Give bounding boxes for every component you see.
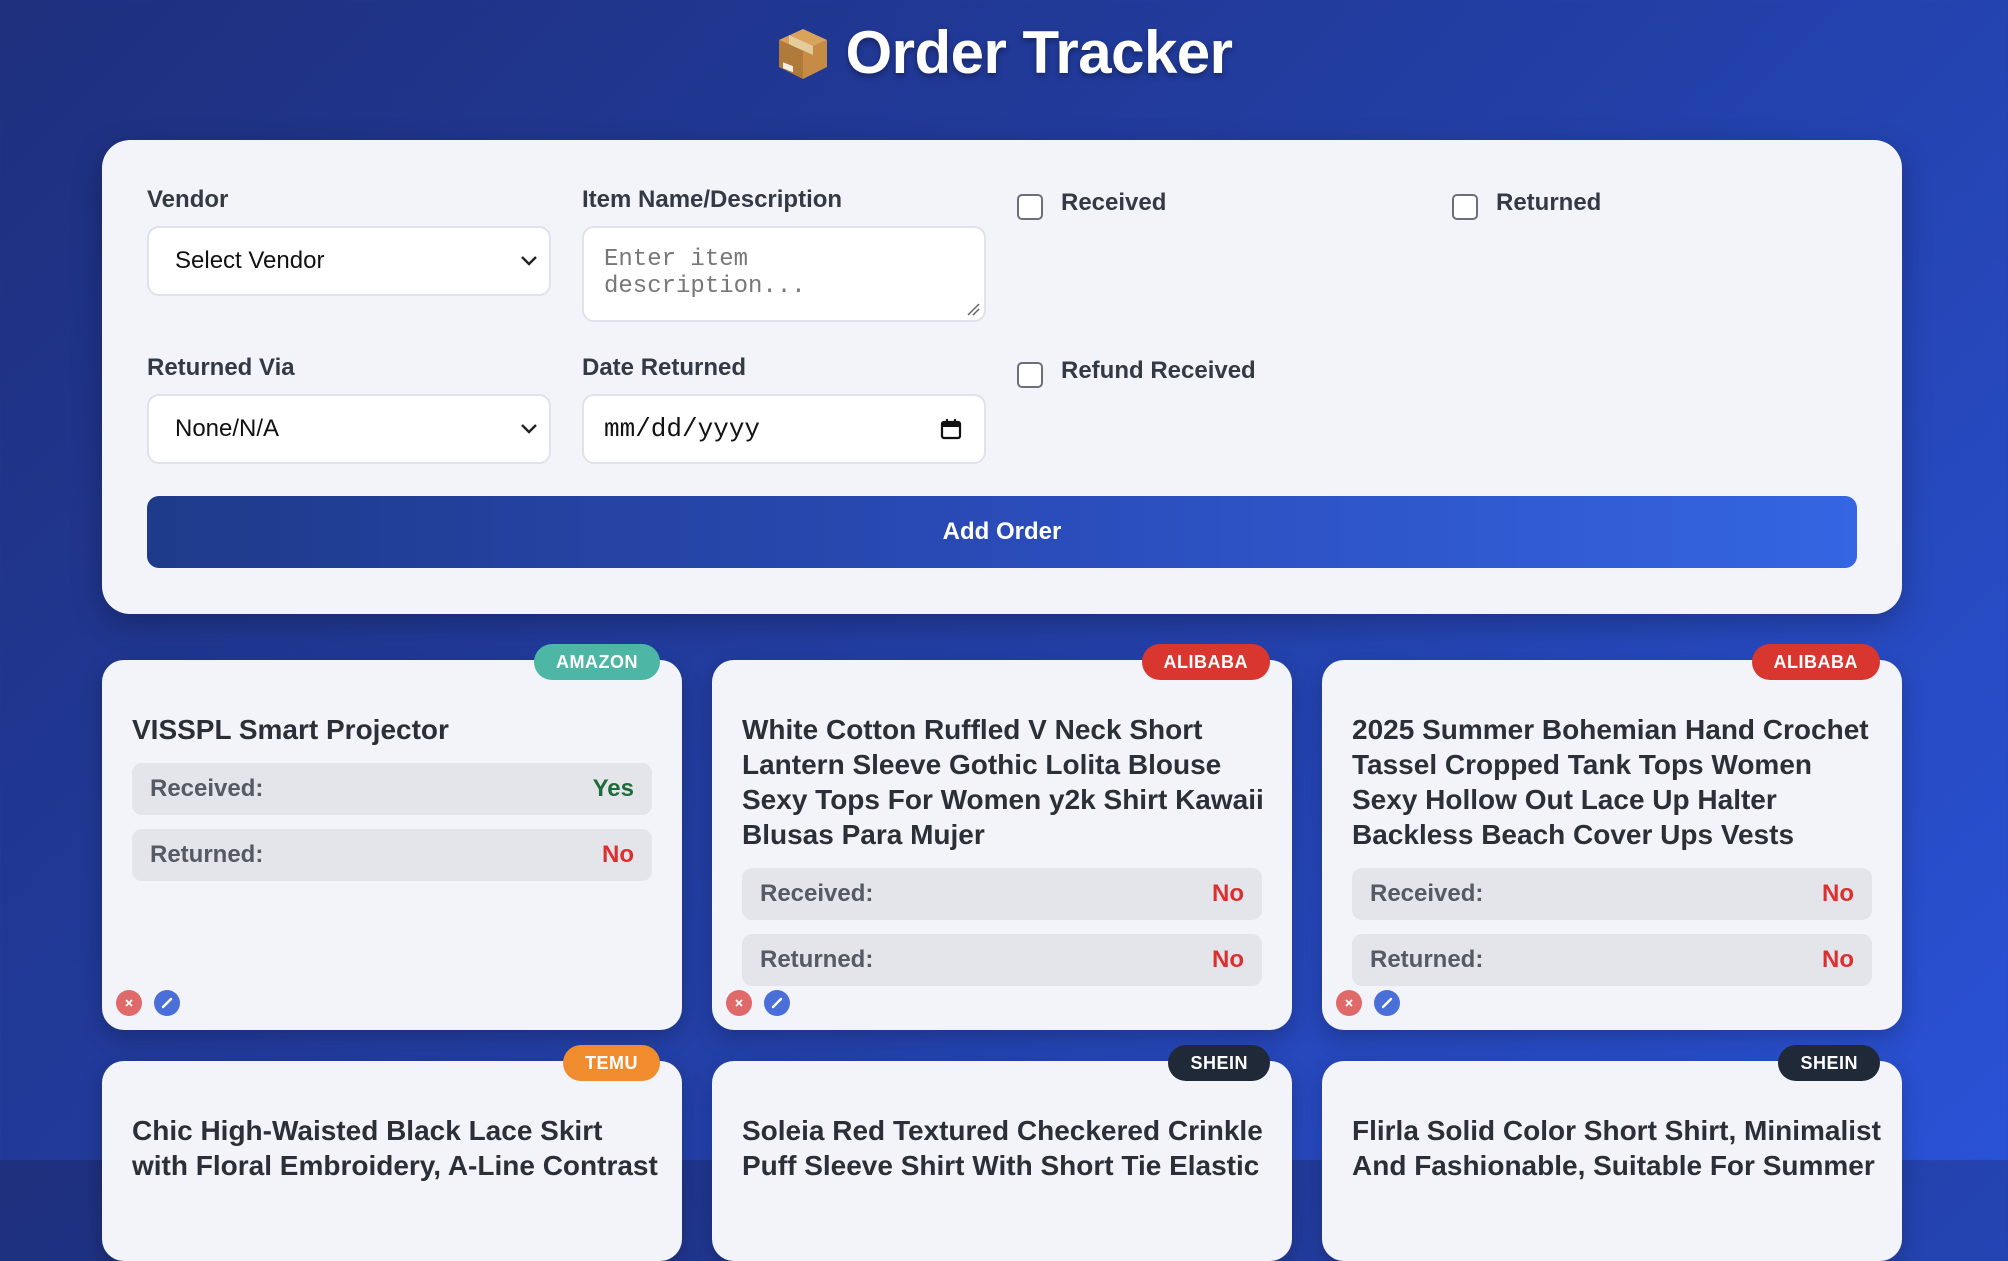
returned-checkbox-row[interactable]: Returned <box>1452 186 1601 220</box>
order-title: VISSPL Smart Projector <box>132 714 449 745</box>
order-title: Chic High-Waisted Black Lace Skirt with … <box>132 1115 658 1181</box>
returned-checkbox[interactable] <box>1452 194 1478 220</box>
package-icon <box>775 25 831 81</box>
vendor-select[interactable]: Select Vendor <box>147 226 551 296</box>
returned-checkbox-label: Returned <box>1496 189 1602 216</box>
delete-order-button[interactable] <box>726 990 752 1016</box>
pencil-icon <box>771 997 783 1009</box>
vendor-label: Vendor <box>147 186 229 213</box>
pencil-icon <box>161 997 173 1009</box>
item-description-placeholder: Enter item description... <box>604 246 806 300</box>
order-card: AMAZON VISSPL Smart Projector Received: … <box>102 644 682 1030</box>
order-card: ALIBABA White Cotton Ruffled V Neck Shor… <box>712 644 1292 1030</box>
vendor-badge: ALIBABA <box>1751 644 1880 680</box>
order-title: 2025 Summer Bohemian Hand Crochet Tassel… <box>1352 714 1869 850</box>
vendor-badge: SHEIN <box>1168 1045 1270 1081</box>
date-returned-label: Date Returned <box>582 354 747 381</box>
item-description-input[interactable]: Enter item description... <box>582 226 986 322</box>
returned-status-label: Returned: <box>1370 946 1484 973</box>
chevron-down-icon <box>521 256 537 266</box>
pencil-icon <box>1381 997 1393 1009</box>
vendor-badge: TEMU <box>563 1045 660 1081</box>
page-title: Order Tracker <box>845 19 1233 86</box>
refund-received-checkbox-label: Refund Received <box>1061 357 1256 384</box>
close-icon <box>125 999 133 1007</box>
received-status-label: Received: <box>150 775 264 802</box>
received-status: Received: No <box>1352 868 1872 920</box>
received-status-label: Received: <box>760 880 874 907</box>
edit-order-button[interactable] <box>764 990 790 1016</box>
item-label: Item Name/Description <box>582 186 843 213</box>
order-card: SHEIN Soleia Red Textured Checkered Crin… <box>712 1045 1292 1261</box>
received-checkbox-label: Received <box>1061 189 1167 216</box>
received-status-value: No <box>1822 880 1854 907</box>
order-card: TEMU Chic High-Waisted Black Lace Skirt … <box>102 1045 682 1261</box>
resize-grip-icon[interactable] <box>966 302 980 316</box>
returned-via-label: Returned Via <box>147 354 295 381</box>
returned-status-label: Returned: <box>760 946 874 973</box>
returned-status-value: No <box>1822 946 1854 973</box>
vendor-badge: AMAZON <box>534 644 660 680</box>
received-checkbox-row[interactable]: Received <box>1017 186 1166 220</box>
chevron-down-icon <box>521 424 537 434</box>
add-order-form: Vendor Select Vendor Item Name/Descripti… <box>102 140 1902 614</box>
order-card: SHEIN Flirla Solid Color Short Shirt, Mi… <box>1322 1045 1902 1261</box>
order-title: Soleia Red Textured Checkered Crinkle Pu… <box>742 1115 1263 1181</box>
received-status: Received: Yes <box>132 763 652 815</box>
returned-status-value: No <box>602 841 634 868</box>
close-icon <box>735 999 743 1007</box>
returned-status: Returned: No <box>132 829 652 881</box>
edit-order-button[interactable] <box>1374 990 1400 1016</box>
delete-order-button[interactable] <box>1336 990 1362 1016</box>
close-icon <box>1345 999 1353 1007</box>
vendor-badge: SHEIN <box>1778 1045 1880 1081</box>
page-header: Order Tracker <box>0 18 2008 87</box>
received-checkbox[interactable] <box>1017 194 1043 220</box>
returned-via-select[interactable]: None/N/A <box>147 394 551 464</box>
edit-order-button[interactable] <box>154 990 180 1016</box>
calendar-icon[interactable] <box>940 418 962 440</box>
refund-received-checkbox-row[interactable]: Refund Received <box>1017 354 1256 388</box>
returned-status-value: No <box>1212 946 1244 973</box>
received-status-value: Yes <box>592 775 634 802</box>
date-returned-input[interactable]: mm/dd/yyyy <box>582 394 986 464</box>
received-status-value: No <box>1212 880 1244 907</box>
received-status: Received: No <box>742 868 1262 920</box>
returned-status: Returned: No <box>742 934 1262 986</box>
date-returned-placeholder: mm/dd/yyyy <box>604 414 761 444</box>
refund-received-checkbox[interactable] <box>1017 362 1043 388</box>
returned-status-label: Returned: <box>150 841 264 868</box>
order-title: Flirla Solid Color Short Shirt, Minimali… <box>1352 1115 1881 1181</box>
add-order-button[interactable]: Add Order <box>147 496 1857 568</box>
received-status-label: Received: <box>1370 880 1484 907</box>
vendor-badge: ALIBABA <box>1141 644 1270 680</box>
delete-order-button[interactable] <box>116 990 142 1016</box>
returned-via-select-value: None/N/A <box>175 415 280 442</box>
vendor-select-value: Select Vendor <box>175 247 325 274</box>
order-card: ALIBABA 2025 Summer Bohemian Hand Croche… <box>1322 644 1902 1030</box>
order-title: White Cotton Ruffled V Neck Short Lanter… <box>742 714 1264 850</box>
returned-status: Returned: No <box>1352 934 1872 986</box>
